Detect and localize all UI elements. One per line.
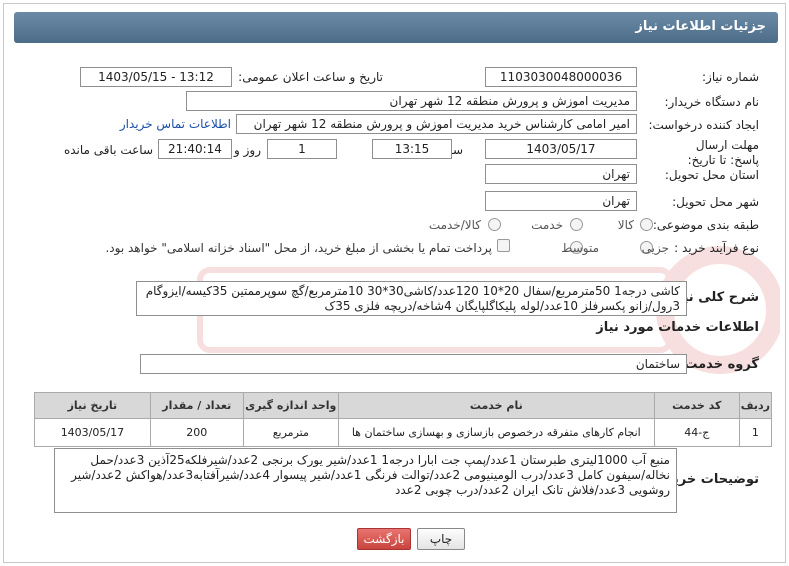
cell-name: انجام کارهای متفرقه درخصوص بازسازی و بهس… <box>337 418 655 447</box>
col-header-row: ردیف <box>738 392 773 419</box>
days-label: روز و <box>234 143 261 157</box>
remaining-label: ساعت باقی مانده <box>63 143 153 157</box>
buyer-org-field: مدیریت اموزش و پرورش منطقه 12 شهر تهران <box>186 91 637 111</box>
creator-field: امیر امامی کارشناس خرید مدیریت اموزش و پ… <box>236 114 637 134</box>
city-field: تهران <box>485 191 637 211</box>
service-group-field: ساختمان <box>140 354 687 374</box>
category-option-service: خدمت <box>531 218 563 232</box>
city-label: شهر محل تحویل: <box>672 195 759 209</box>
category-option-both: کالا/خدمت <box>428 218 481 232</box>
services-section-title: اطلاعات خدمات مورد نیاز <box>596 320 759 335</box>
page-title: جزئیات اطلاعات نیاز <box>14 12 778 43</box>
announce-date-label: تاریخ و ساعت اعلان عمومی: <box>238 70 383 84</box>
service-group-label: گروه خدمت: <box>679 357 759 372</box>
summary-field: کاشی درجه1 50مترمربع/سفال 20*10 120عدد/ک… <box>136 281 687 316</box>
buyer-notes-field: منبع آب 1000لیتری طبرستان 1عدد/پمپ جت اب… <box>54 448 677 513</box>
back-button[interactable]: بازگشت <box>357 528 411 550</box>
col-header-code: کد خدمت <box>653 392 740 419</box>
col-header-date: تاریخ نیاز <box>34 392 151 419</box>
buyer-contact-link[interactable]: اطلاعات تماس خریدار <box>120 117 231 131</box>
col-header-name: نام خدمت <box>337 392 655 419</box>
cell-code: ج-44 <box>653 418 740 447</box>
announce-date-field: 1403/05/15 - 13:12 <box>80 67 232 87</box>
buyer-org-label: نام دستگاه خریدار: <box>664 95 760 109</box>
process-option-medium: متوسط <box>561 241 599 255</box>
category-radio-both[interactable] <box>488 218 501 231</box>
category-radio-service[interactable] <box>570 218 583 231</box>
col-header-qty: تعداد / مقدار <box>149 392 244 419</box>
remaining-time-field: 21:40:14 <box>158 139 232 159</box>
category-option-goods: کالا <box>617 218 634 232</box>
cell-unit: مترمربع <box>242 418 339 447</box>
deadline-label: مهلت ارسال پاسخ: تا تاریخ: <box>687 138 759 167</box>
category-radio-goods[interactable] <box>640 218 653 231</box>
province-field: تهران <box>485 164 637 184</box>
category-label: طبقه بندی موضوعی: <box>652 218 759 232</box>
col-header-unit: واحد اندازه گیری <box>242 392 339 419</box>
payment-checkbox[interactable] <box>497 239 510 252</box>
need-number-field: 1103030048000036 <box>485 67 637 87</box>
process-option-minor: جزیی <box>641 241 669 255</box>
payment-note: پرداخت تمام یا بخشی از مبلغ خرید، از محل… <box>105 241 492 255</box>
print-button[interactable]: چاپ <box>417 528 465 550</box>
process-label: نوع فرآیند خرید : <box>674 241 759 255</box>
cell-row: 1 <box>738 418 773 447</box>
deadline-time-field: 13:15 <box>372 139 452 159</box>
creator-label: ایجاد کننده درخواست: <box>648 118 759 132</box>
remaining-days-field: 1 <box>267 139 337 159</box>
need-number-label: شماره نیاز: <box>702 70 759 84</box>
table-row: 1 ج-44 انجام کارهای متفرقه درخصوص بازساز… <box>34 418 773 447</box>
cell-date: 1403/05/17 <box>34 418 151 447</box>
deadline-date-field: 1403/05/17 <box>485 139 637 159</box>
services-table: ردیف کد خدمت نام خدمت واحد اندازه گیری ت… <box>34 392 773 447</box>
province-label: استان محل تحویل: <box>664 168 759 182</box>
cell-qty: 200 <box>149 418 244 447</box>
